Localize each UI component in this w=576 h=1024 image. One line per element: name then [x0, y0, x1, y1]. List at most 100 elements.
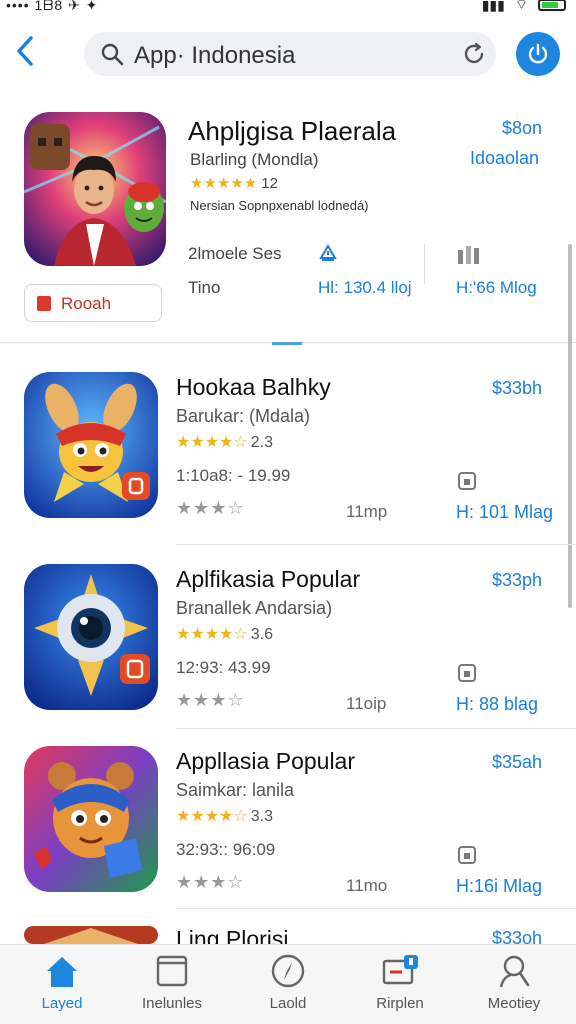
app-list-item[interactable]: Aplfikasia Popular Branallek Andarsia) ★…	[0, 564, 576, 748]
app-name[interactable]: Appllasia Popular	[176, 748, 355, 775]
app-price[interactable]: $35ah	[492, 752, 542, 773]
signal-icon: ▮▮▮	[481, 0, 505, 13]
app-icon-image	[24, 926, 158, 944]
tab-today[interactable]: Layed	[12, 953, 112, 1023]
rating-stars: ★★★★☆	[176, 808, 248, 825]
app-list-item[interactable]: Hookaa Balhky Barukar: (Mdala) ★★★★☆ 2.3 …	[0, 372, 576, 556]
app-extra-info: 11mo	[346, 876, 388, 895]
app-name[interactable]: Hookaa Balhky	[176, 374, 331, 401]
app-list-item[interactable]: Appllasia Popular Saimkar: lanila ★★★★☆ 3…	[0, 746, 576, 930]
row-divider	[176, 728, 576, 729]
app-price[interactable]: $33oh	[492, 928, 542, 944]
app-rating: ★★★★☆ 2.3	[176, 432, 273, 452]
app-icon[interactable]	[24, 926, 158, 944]
rating-value: 3.3	[250, 808, 273, 825]
power-icon	[528, 43, 548, 64]
featured-app[interactable]: Ahpljgisa Plaerala Blarling (Mondla) ★★★…	[0, 104, 576, 344]
featured-action-label: Rooah	[61, 294, 112, 313]
tab-profile[interactable]: Meotiey	[464, 953, 564, 1023]
app-size: 12:93: 43.99	[176, 658, 271, 677]
featured-app-developer: Blarling (Mondla)	[190, 150, 319, 169]
featured-app-get-link[interactable]: Idoaolan	[470, 148, 539, 169]
app-price[interactable]: $33bh	[492, 378, 542, 399]
app-icon[interactable]	[24, 746, 158, 892]
wifi-icon: ⌔	[514, 0, 528, 12]
top-bar: App· Indonesia	[0, 24, 576, 88]
status-icons: ▮▮▮ ⌔	[482, 0, 566, 14]
battery-icon	[538, 0, 566, 11]
tab-label: Rirplen	[376, 995, 424, 1012]
tab-explore[interactable]: Laold	[238, 953, 338, 1023]
tab-label: Layed	[41, 995, 83, 1012]
app-get-button[interactable]: H: 88 blag	[456, 694, 538, 715]
app-get-button[interactable]: H: 101 Mlag	[456, 502, 553, 523]
app-size: 32:93:: 96:09	[176, 840, 276, 859]
app-developer: Branallek Andarsia)	[176, 598, 333, 618]
featured-app-title[interactable]: Ahpljgisa Plaerala	[188, 116, 396, 147]
rating-stars: ★★★★☆	[176, 626, 248, 643]
featured-app-artwork[interactable]	[24, 112, 166, 266]
updates-icon	[382, 955, 418, 985]
lock-icon	[458, 846, 476, 864]
featured-meta-value: H:'66 Mlog	[456, 278, 537, 297]
app-icon-image	[24, 564, 158, 710]
account-button[interactable]	[516, 32, 560, 76]
tab-label: Meotiey	[487, 995, 541, 1012]
tab-apps[interactable]: Inelunles	[122, 953, 222, 1023]
featured-app-description: Nersian Sopnpxenabl lodnedá)	[190, 198, 369, 213]
app-icon-image	[24, 372, 158, 518]
app-icon[interactable]	[24, 564, 158, 710]
tab-updates[interactable]: Rirplen	[350, 953, 450, 1023]
lock-icon	[458, 664, 476, 682]
featured-meta-value: Hl: 130.4 lloj	[318, 278, 412, 297]
featured-action-button[interactable]: Rooah	[24, 284, 162, 322]
app-list-item[interactable]: Ling Plorisi $33oh	[0, 926, 576, 944]
search-icon	[499, 955, 530, 988]
shield-icon	[319, 244, 337, 261]
search-icon	[101, 43, 124, 66]
page-indicator	[272, 342, 302, 345]
app-get-button[interactable]: H:16i Mlag	[456, 876, 542, 897]
rating-stars: ★★★★★	[190, 175, 258, 192]
app-rating: ★★★★☆ 3.6	[176, 624, 273, 644]
app-name[interactable]: Ling Plorisi	[176, 926, 289, 944]
app-rating: ★★★★☆ 3.3	[176, 806, 273, 826]
row-divider	[176, 544, 576, 545]
divider	[424, 244, 425, 284]
app-developer: Saimkar: lanila	[176, 780, 295, 800]
row-divider	[176, 908, 576, 909]
search-input[interactable]: App· Indonesia	[134, 42, 295, 70]
featured-art-image	[24, 112, 166, 266]
app-secondary-rating: ★★★☆	[176, 690, 245, 710]
back-button[interactable]	[14, 34, 42, 74]
app-price[interactable]: $33ph	[492, 570, 542, 591]
tab-label: Laold	[269, 995, 307, 1012]
chevron-left-icon	[17, 36, 33, 66]
chart-icon	[458, 246, 479, 264]
app-size: 1:10a8: - 19.99	[176, 466, 291, 485]
search-bar[interactable]: App· Indonesia	[84, 32, 496, 76]
refresh-icon[interactable]	[462, 42, 486, 66]
compass-icon	[271, 954, 305, 988]
app-developer: Barukar: (Mdala)	[176, 406, 311, 426]
rating-count: 12	[261, 175, 278, 192]
featured-app-price[interactable]: $8on	[502, 118, 542, 139]
app-icon[interactable]	[24, 372, 158, 518]
status-text: •••• 1ᗷ8 ✈ ✦	[6, 0, 99, 13]
app-icon-image	[24, 746, 158, 892]
tab-bar: Layed Inelunles Laold Rirplen Meotiey	[0, 944, 576, 1024]
tab-label: Inelunles	[141, 995, 203, 1012]
rating-stars: ★★★★☆	[176, 434, 248, 451]
featured-meta-label: 2lmoele Ses	[188, 244, 282, 263]
featured-meta-label: Tino	[188, 278, 221, 297]
home-icon	[47, 957, 77, 987]
app-secondary-rating: ★★★☆	[176, 498, 245, 518]
book-icon	[37, 296, 51, 311]
app-extra-info: 11oip	[346, 694, 387, 713]
rating-value: 2.3	[250, 434, 273, 451]
rating-value: 3.6	[250, 626, 273, 643]
featured-app-rating: ★★★★★ 12	[190, 174, 278, 192]
lock-icon	[458, 472, 476, 490]
apps-icon	[156, 955, 188, 987]
app-name[interactable]: Aplfikasia Popular	[176, 566, 360, 593]
